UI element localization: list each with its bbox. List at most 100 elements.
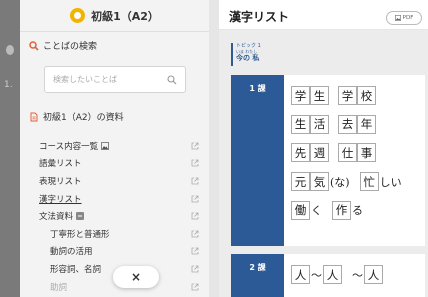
lesson-card: 1 課 学生学校生活去年先週仕事元気 (な) 忙しい働く作る [231, 75, 425, 246]
menu-item-text: 表現リスト [39, 176, 82, 187]
navigation-drawer: 初級1（A2） ことばの検索 検索したいことば 初級1（A2）の資料 コース内容… [20, 0, 209, 297]
page-title: 漢字リスト [229, 10, 290, 24]
kanji-row: 生活去年 [291, 112, 403, 137]
topic-name: 今の 私 [236, 54, 260, 62]
kanji-box: 生 [310, 86, 329, 105]
kanji-row: 先週仕事 [291, 140, 403, 165]
kanji-box: 学 [291, 86, 310, 105]
external-link-icon [191, 265, 199, 273]
brand-logo-icon [70, 8, 86, 23]
lesson-card: 2 課 人〜人〜人 [231, 254, 425, 297]
topic-tag: トピック 1 いま わたし 今の 私 [231, 43, 269, 66]
search-icon [29, 40, 39, 51]
search-submit-icon[interactable] [167, 74, 177, 85]
kanji-box: 生 [291, 114, 310, 134]
kanji-box: 気 [310, 172, 329, 192]
page-header: 漢字リスト PDF [219, 0, 428, 30]
background-page: 1. [0, 0, 20, 297]
menu-item-label: 丁寧形と普通形 [50, 228, 110, 240]
external-link-icon [191, 195, 199, 202]
phone-left: 1. 初級1（A2） ことばの検索 検索したいことば 初級1（A2）の資料 コー… [0, 0, 209, 297]
kanji-row: 働く作る [291, 198, 403, 223]
okurigana-text: (な) [330, 175, 350, 189]
kanji-box: 週 [310, 143, 329, 163]
menu-item-text: 形容詞、名詞 [50, 264, 102, 275]
menu-item-label: 助詞 [50, 281, 67, 293]
image-icon [394, 15, 401, 21]
menu-item-label: 漢字リスト [39, 193, 82, 205]
lesson-sidebar: 2 課 [231, 254, 284, 297]
phone-right: 漢字リスト PDF トピック 1 いま わたし 今の 私 1 課 学生学校生活去… [219, 0, 428, 297]
pdf-button[interactable]: PDF [386, 11, 422, 25]
document-icon [30, 112, 38, 121]
menu-item-text: コース内容一覧 [39, 141, 99, 152]
kanji-box: 働 [291, 200, 310, 220]
menu-item[interactable]: 語彙リスト [39, 155, 199, 173]
external-link-icon [191, 247, 199, 255]
menu-item-label: 動詞の活用 [50, 245, 93, 257]
menu-item[interactable]: コース内容一覧 [39, 137, 199, 155]
kanji-box: 先 [291, 143, 310, 163]
kanji-row: 人〜人〜人 [291, 262, 383, 287]
close-drawer-button[interactable]: × [113, 266, 159, 288]
menu-item-text: 丁寧形と普通形 [50, 229, 110, 240]
kanji-box: 元 [291, 172, 310, 192]
menu-item-label: コース内容一覧 [39, 140, 109, 152]
menu-item-label: 形容詞、名詞 [50, 263, 101, 275]
lesson-label: 2 課 [249, 263, 266, 272]
okurigana-text: しい [379, 175, 402, 189]
menu-item-label: 文法資料 [39, 210, 85, 223]
kanji-box: 忙 [359, 172, 379, 192]
external-link-icon [191, 212, 199, 220]
collapse-icon[interactable] [76, 212, 85, 221]
lesson-sidebar: 1 課 [231, 75, 284, 246]
menu-item-text: 文法資料 [39, 212, 74, 223]
external-link-icon [191, 142, 199, 150]
okurigana-text: る [352, 204, 363, 218]
search-input[interactable] [53, 75, 167, 84]
menu-item-label: 表現リスト [39, 175, 82, 187]
menu-item-text: 助詞 [50, 282, 68, 293]
drawer-title: 初級1（A2） [91, 9, 159, 23]
external-link-icon [191, 159, 199, 167]
kanji-box: 作 [332, 200, 351, 220]
okurigana-text: 〜 [311, 268, 322, 282]
kanji-box: 活 [310, 114, 329, 134]
menu-item[interactable]: 表現リスト [39, 172, 199, 190]
okurigana-text: 〜 [352, 268, 363, 282]
menu-item[interactable]: 漢字リスト [39, 190, 199, 208]
menu-item-text: 語彙リスト [39, 159, 82, 170]
kanji-box: 人 [323, 265, 342, 284]
screenshot-stage: 1. 初級1（A2） ことばの検索 検索したいことば 初級1（A2）の資料 コー… [0, 0, 428, 297]
kanji-box: 年 [357, 114, 376, 134]
kanji-box: 人 [291, 265, 310, 284]
documents-section-label: 初級1（A2）の資料 [43, 113, 124, 123]
menu-item[interactable]: 丁寧形と普通形 [39, 225, 199, 243]
kanji-box: 去 [338, 114, 357, 134]
lesson-label: 1 課 [249, 84, 266, 93]
background-icon [6, 45, 14, 55]
documents-section-heading: 初級1（A2）の資料 [29, 110, 124, 123]
kanji-grid: 学生学校生活去年先週仕事元気 (な) 忙しい働く作る [291, 83, 403, 226]
external-link-icon [191, 177, 199, 185]
image-icon [101, 141, 109, 150]
kanji-grid: 人〜人〜人 [291, 262, 383, 291]
okurigana-text: く [311, 204, 322, 218]
background-text: 1. [4, 80, 13, 90]
kanji-box: 校 [357, 86, 376, 105]
menu-item[interactable]: 動詞の活用 [39, 243, 199, 261]
menu-item-text: 漢字リスト [39, 194, 82, 205]
kanji-row: 元気 (な) 忙しい [291, 169, 403, 194]
menu-item[interactable]: 文法資料 [39, 207, 199, 225]
kanji-box: 事 [357, 143, 376, 163]
menu-item-text: 動詞の活用 [50, 247, 93, 258]
kanji-box: 人 [364, 265, 383, 284]
menu-item-label: 語彙リスト [39, 157, 82, 169]
drawer-header: 初級1（A2） [20, 0, 209, 32]
pdf-label: PDF [402, 15, 414, 21]
search-section-heading: ことばの検索 [29, 39, 97, 52]
external-link-icon [191, 230, 199, 238]
kanji-box: 学 [338, 86, 357, 105]
search-box[interactable] [44, 66, 186, 93]
external-link-icon [191, 283, 199, 290]
